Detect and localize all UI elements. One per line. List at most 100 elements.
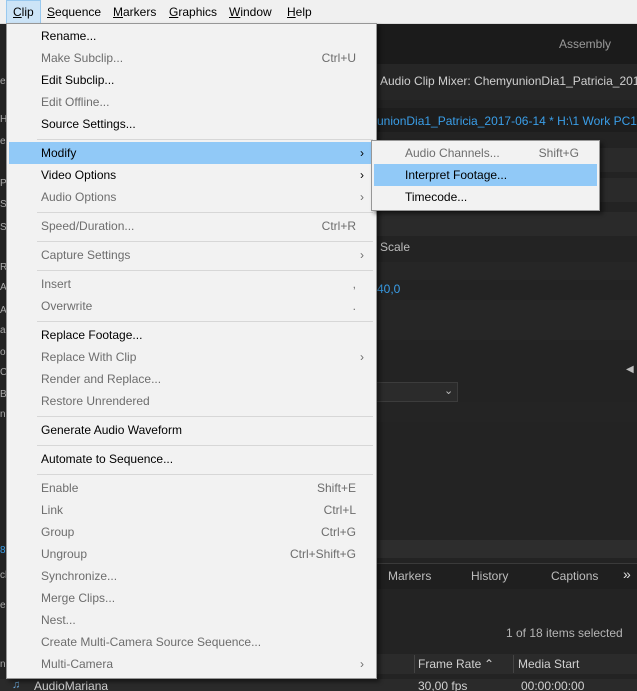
menu-separator <box>37 212 373 213</box>
menu-item-make-subclip[interactable]: Make Subclip... Ctrl+U <box>9 47 374 69</box>
menu-separator <box>37 474 373 475</box>
menu-item-edit-offline[interactable]: Edit Offline... <box>9 91 374 113</box>
menu-item-edit-subclip[interactable]: Edit Subclip... <box>9 69 374 91</box>
menu-item-label: Restore Unrendered <box>41 394 150 408</box>
menu-clip[interactable]: Clip <box>6 0 41 24</box>
submenu-item-label: Audio Channels... <box>405 146 500 160</box>
menu-item-generate-audio-waveform[interactable]: Generate Audio Waveform <box>9 419 374 441</box>
menu-separator <box>37 321 373 322</box>
tab-history[interactable]: History <box>471 569 508 583</box>
menu-item-replace-footage[interactable]: Replace Footage... <box>9 324 374 346</box>
menu-separator <box>37 416 373 417</box>
column-media-start[interactable]: Media Start <box>518 657 579 671</box>
menu-sequence[interactable]: Sequence <box>41 0 107 24</box>
menu-item-shortcut: Ctrl+R <box>321 219 356 233</box>
menu-item-link[interactable]: Link Ctrl+L <box>9 499 374 521</box>
menu-item-label: Synchronize... <box>41 569 118 583</box>
menu-item-shortcut: Ctrl+U <box>321 51 356 65</box>
menu-item-label: Group <box>41 525 75 539</box>
submenu-arrow-icon: › <box>360 657 364 671</box>
menu-item-label: Rename... <box>41 29 97 43</box>
menu-item-label: Capture Settings <box>41 248 131 262</box>
menu-separator <box>37 241 373 242</box>
menu-item-shortcut: Shift+E <box>316 481 356 495</box>
menu-item-shortcut: Ctrl+L <box>323 503 356 517</box>
menu-item-shortcut: , <box>352 277 356 291</box>
menu-item-ungroup[interactable]: Ungroup Ctrl+Shift+G <box>9 543 374 565</box>
bg-row-5 <box>376 300 637 340</box>
menu-item-label: Nest... <box>41 613 76 627</box>
menu-item-restore-unrendered[interactable]: Restore Unrendered <box>9 390 374 412</box>
sort-arrow-icon[interactable]: ⌃ <box>484 657 494 671</box>
menu-item-label: Render and Replace... <box>41 372 162 386</box>
frame-rate-value: 30,00 fps <box>418 679 468 691</box>
menu-item-replace-with-clip[interactable]: Replace With Clip › <box>9 346 374 368</box>
menu-item-label: Enable <box>41 481 79 495</box>
scale-label: Scale <box>380 240 411 254</box>
menu-item-label: Link <box>41 503 64 517</box>
menu-item-synchronize[interactable]: Synchronize... <box>9 565 374 587</box>
menu-help[interactable]: Help <box>281 0 318 24</box>
selection-status: 1 of 18 items selected <box>506 626 623 640</box>
menu-graphics[interactable]: Graphics <box>163 0 223 24</box>
menu-item-label: Edit Offline... <box>41 95 110 109</box>
menu-window[interactable]: Window <box>223 0 278 24</box>
submenu-arrow-icon: › <box>360 146 364 160</box>
menu-item-render-and-replace[interactable]: Render and Replace... <box>9 368 374 390</box>
panel-overflow-icon[interactable]: » <box>623 566 631 582</box>
menu-item-modify[interactable]: Modify › <box>9 142 374 164</box>
submenu-item-audio-channels[interactable]: Audio Channels... Shift+G <box>374 142 597 164</box>
menu-item-speed-duration[interactable]: Speed/Duration... Ctrl+R <box>9 215 374 237</box>
column-divider <box>414 655 415 673</box>
menu-item-overwrite[interactable]: Overwrite. <box>9 295 374 317</box>
bg-row-7 <box>376 540 637 558</box>
menu-item-label: Overwrite <box>41 299 93 313</box>
menu-markers[interactable]: Markers <box>107 0 162 24</box>
bg-row-2 <box>600 178 637 202</box>
tab-captions[interactable]: Captions <box>551 569 598 583</box>
menu-item-insert[interactable]: Insert, <box>9 273 374 295</box>
menu-item-group[interactable]: Group Ctrl+G <box>9 521 374 543</box>
menu-item-label: Merge Clips... <box>41 591 116 605</box>
audio-clip-mixer-title[interactable]: Audio Clip Mixer: ChemyunionDia1_Patrici… <box>380 74 637 88</box>
chevron-down-icon: ⌄ <box>444 385 454 397</box>
menu-item-capture-settings[interactable]: Capture Settings › <box>9 244 374 266</box>
menu-separator <box>37 445 373 446</box>
submenu-item-interpret-footage[interactable]: Interpret Footage... <box>374 164 597 186</box>
media-start-value: 00:00:00:00 <box>521 679 585 691</box>
menu-item-create-multi-camera[interactable]: Create Multi-Camera Source Sequence... <box>9 631 374 653</box>
left-arrow-icon[interactable]: ◀ <box>626 364 634 375</box>
position-value[interactable]: 40,0 <box>377 282 400 296</box>
menu-item-multi-camera[interactable]: Multi-Camera › <box>9 653 374 675</box>
clip-name[interactable]: AudioMariana <box>34 679 108 691</box>
menu-item-merge-clips[interactable]: Merge Clips... <box>9 587 374 609</box>
column-header-row <box>376 654 637 674</box>
menu-item-audio-options[interactable]: Audio Options › <box>9 186 374 208</box>
menu-item-label: Speed/Duration... <box>41 219 135 233</box>
menu-item-video-options[interactable]: Video Options › <box>9 164 374 186</box>
menu-item-automate-to-sequence[interactable]: Automate to Sequence... <box>9 448 374 470</box>
menu-item-rename[interactable]: Rename... <box>9 25 374 47</box>
menu-item-label: Source Settings... <box>41 117 136 131</box>
menu-item-label: Insert <box>41 277 72 291</box>
menu-item-source-settings[interactable]: Source Settings... <box>9 113 374 135</box>
menu-item-label: Modify <box>41 146 77 160</box>
submenu-item-timecode[interactable]: Timecode... <box>374 186 597 208</box>
menu-item-label: Generate Audio Waveform <box>41 423 182 437</box>
menu-item-enable[interactable]: Enable Shift+E <box>9 477 374 499</box>
column-divider <box>513 655 514 673</box>
menu-bar: Clip Sequence Markers Graphics Window He… <box>0 0 637 24</box>
menu-item-nest[interactable]: Nest... <box>9 609 374 631</box>
tab-markers[interactable]: Markers <box>388 569 431 583</box>
menu-item-label: Replace With Clip <box>41 350 137 364</box>
workspace-tab-assembly[interactable]: Assembly <box>559 37 611 51</box>
audio-clip-icon: ♫ <box>12 679 21 691</box>
menu-item-label: Replace Footage... <box>41 328 143 342</box>
sequence-path[interactable]: unionDia1_Patricia_2017-06-14 * H:\1 Wor… <box>377 114 637 128</box>
submenu-item-label: Timecode... <box>405 190 468 204</box>
menu-item-shortcut: Ctrl+Shift+G <box>289 547 356 561</box>
column-frame-rate[interactable]: Frame Rate <box>418 657 481 671</box>
submenu-arrow-icon: › <box>360 168 364 182</box>
menu-item-shortcut: . <box>352 299 356 313</box>
menu-item-label: Audio Options <box>41 190 117 204</box>
